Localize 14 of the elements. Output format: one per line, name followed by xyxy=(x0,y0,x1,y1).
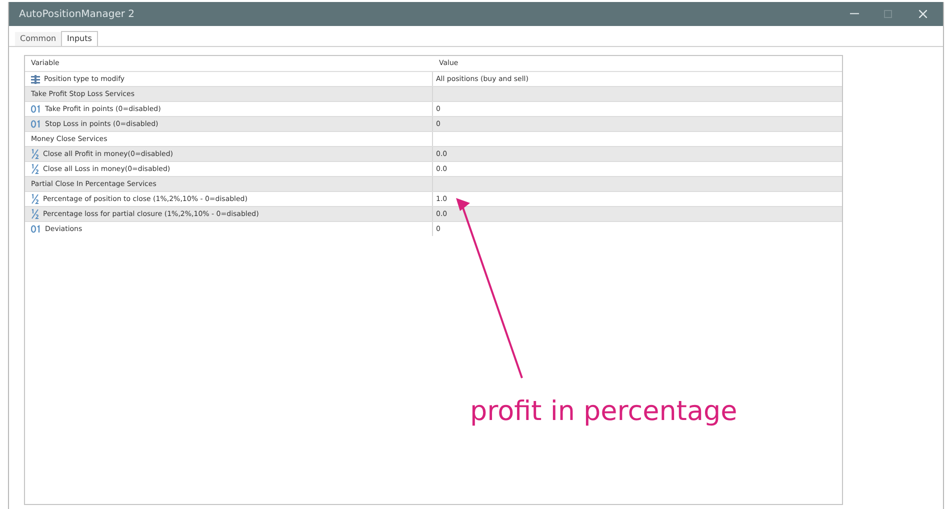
window-title: AutoPositionManager 2 xyxy=(19,8,135,22)
fraction-icon xyxy=(31,194,39,204)
tab[interactable]: Common xyxy=(15,32,62,46)
close-icon[interactable] xyxy=(919,10,927,18)
integer-icon xyxy=(31,120,41,128)
list-icon xyxy=(31,74,40,84)
annotation-text: profit in percentage xyxy=(470,395,738,429)
fraction-icon xyxy=(31,149,39,159)
minimize-icon[interactable] xyxy=(850,13,859,15)
fraction-icon xyxy=(31,164,39,174)
integer-icon xyxy=(31,225,41,233)
integer-icon xyxy=(31,105,41,113)
tab[interactable]: Inputs xyxy=(61,31,98,46)
fraction-icon xyxy=(31,209,39,219)
